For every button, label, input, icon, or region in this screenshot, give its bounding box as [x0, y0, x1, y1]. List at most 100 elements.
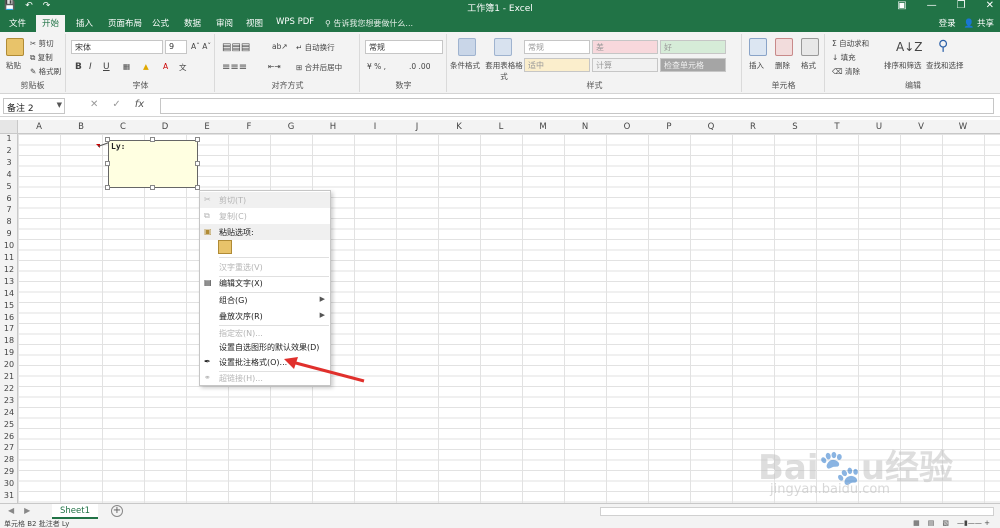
row-header[interactable]: 10	[0, 241, 18, 250]
decimal-icon[interactable]: .0 .00	[409, 62, 430, 71]
menu-item-reconvert[interactable]: 汉字重选(V)	[200, 259, 330, 275]
accounting-icon[interactable]: ¥ % ,	[367, 62, 386, 71]
style-good[interactable]: 好	[660, 40, 726, 54]
row-header[interactable]: 22	[0, 384, 18, 393]
next-sheet-icon[interactable]: ▶	[24, 506, 30, 515]
column-header[interactable]: H	[312, 122, 354, 132]
row-header[interactable]: 4	[0, 170, 18, 179]
menu-item-edit-text[interactable]: ▤ 编辑文字(X)	[200, 275, 330, 291]
row-header[interactable]: 21	[0, 372, 18, 381]
column-header[interactable]: C	[102, 122, 144, 132]
column-header[interactable]: S	[774, 122, 816, 132]
autosum-button[interactable]: Σ 自动求和	[832, 38, 869, 49]
resize-handle[interactable]	[105, 185, 110, 190]
column-header[interactable]: J	[396, 122, 438, 132]
row-header[interactable]: 18	[0, 336, 18, 345]
column-header[interactable]: I	[354, 122, 396, 132]
find-select-button[interactable]: 查找和选择	[926, 60, 964, 71]
ribbon-display-icon[interactable]: ▣	[897, 0, 906, 11]
row-header[interactable]: 12	[0, 265, 18, 274]
phonetic-icon[interactable]: 文	[179, 62, 187, 73]
style-calculation[interactable]: 计算	[592, 58, 658, 72]
resize-handle[interactable]	[105, 161, 110, 166]
menu-item-cut[interactable]: ✂ 剪切(T)	[200, 192, 330, 208]
row-header[interactable]: 19	[0, 348, 18, 357]
minimize-icon[interactable]: —	[927, 0, 937, 11]
cancel-icon[interactable]: ✕	[90, 99, 98, 110]
paste-button[interactable]: 粘贴	[6, 60, 21, 71]
orientation-icon[interactable]: ab↗	[272, 42, 288, 51]
page-layout-view-icon[interactable]: ▤	[928, 519, 935, 527]
row-header[interactable]: 9	[0, 229, 18, 238]
column-header[interactable]: L	[480, 122, 522, 132]
insert-cells-icon[interactable]	[749, 38, 767, 56]
conditional-format-button[interactable]: 条件格式	[450, 60, 480, 71]
column-header[interactable]: D	[144, 122, 186, 132]
align-left-icon[interactable]: ≡≡≡	[222, 62, 247, 73]
tab-wps-pdf[interactable]: WPS PDF	[276, 17, 314, 27]
merge-center-button[interactable]: ⊞ 合并后居中	[296, 62, 342, 73]
row-header[interactable]: 5	[0, 182, 18, 191]
formula-input[interactable]	[160, 98, 994, 114]
column-header[interactable]: N	[564, 122, 606, 132]
font-color-icon[interactable]: A	[163, 62, 168, 71]
row-header[interactable]: 14	[0, 289, 18, 298]
clear-button[interactable]: ⌫ 清除	[832, 66, 860, 77]
tab-file[interactable]: 文件	[9, 17, 26, 29]
column-header[interactable]: P	[648, 122, 690, 132]
column-header[interactable]: F	[228, 122, 270, 132]
column-header[interactable]: W	[942, 122, 984, 132]
style-normal[interactable]: 常规	[524, 40, 590, 54]
column-header[interactable]: Q	[690, 122, 732, 132]
resize-handle[interactable]	[150, 137, 155, 142]
format-cells-button[interactable]: 格式	[801, 60, 816, 71]
menu-item-order[interactable]: 叠放次序(R) ▶	[200, 308, 330, 324]
row-header[interactable]: 3	[0, 158, 18, 167]
format-as-table-button[interactable]: 套用表格格式	[484, 60, 524, 82]
row-header[interactable]: 1	[0, 134, 18, 143]
normal-view-icon[interactable]: ▦	[913, 519, 920, 527]
insert-function-icon[interactable]: fx	[135, 99, 144, 110]
underline-button[interactable]: U	[103, 62, 110, 72]
row-header[interactable]: 15	[0, 301, 18, 310]
style-bad[interactable]: 差	[592, 40, 658, 54]
row-header[interactable]: 11	[0, 253, 18, 262]
tab-home[interactable]: 开始	[36, 15, 66, 32]
tab-page-layout[interactable]: 页面布局	[108, 17, 142, 29]
column-header[interactable]: T	[816, 122, 858, 132]
fill-color-icon[interactable]: ▲	[143, 62, 149, 71]
row-header[interactable]: 27	[0, 443, 18, 452]
paste-option-icon[interactable]	[218, 240, 232, 254]
column-header[interactable]: G	[270, 122, 312, 132]
row-header[interactable]: 20	[0, 360, 18, 369]
close-icon[interactable]: ✕	[986, 0, 994, 11]
select-all-corner[interactable]	[0, 120, 18, 134]
row-header[interactable]: 31	[0, 491, 18, 500]
row-header[interactable]: 26	[0, 432, 18, 441]
name-box[interactable]: 备注 2 ▼	[3, 98, 65, 114]
sheet-tab[interactable]: Sheet1	[52, 504, 98, 519]
menu-item-group[interactable]: 组合(G) ▶	[200, 292, 330, 308]
row-header[interactable]: 17	[0, 324, 18, 333]
resize-handle[interactable]	[150, 185, 155, 190]
wrap-text-button[interactable]: ↵ 自动换行	[296, 42, 335, 53]
tab-formulas[interactable]: 公式	[152, 17, 169, 29]
paste-icon[interactable]	[6, 38, 24, 56]
row-header[interactable]: 24	[0, 408, 18, 417]
tab-insert[interactable]: 插入	[76, 17, 93, 29]
format-as-table-icon[interactable]	[494, 38, 512, 56]
find-icon[interactable]: ⚲	[938, 38, 948, 54]
tab-review[interactable]: 审阅	[216, 17, 233, 29]
sort-filter-button[interactable]: 排序和筛选	[884, 60, 922, 71]
comment-box[interactable]: Ly:	[108, 140, 198, 188]
format-painter-button[interactable]: ✎ 格式刷	[30, 66, 61, 77]
fill-button[interactable]: ↓ 填充	[832, 52, 856, 63]
align-top-icon[interactable]: ▤▤▤	[222, 42, 250, 53]
tab-view[interactable]: 视图	[246, 17, 263, 29]
sort-filter-icon[interactable]: A↓Z	[896, 40, 922, 54]
indent-icon[interactable]: ⇤⇥	[268, 62, 281, 71]
style-check-cell[interactable]: 检查单元格	[660, 58, 726, 72]
row-header[interactable]: 13	[0, 277, 18, 286]
prev-sheet-icon[interactable]: ◀	[8, 506, 14, 515]
cut-button[interactable]: ✂ 剪切	[30, 38, 54, 49]
